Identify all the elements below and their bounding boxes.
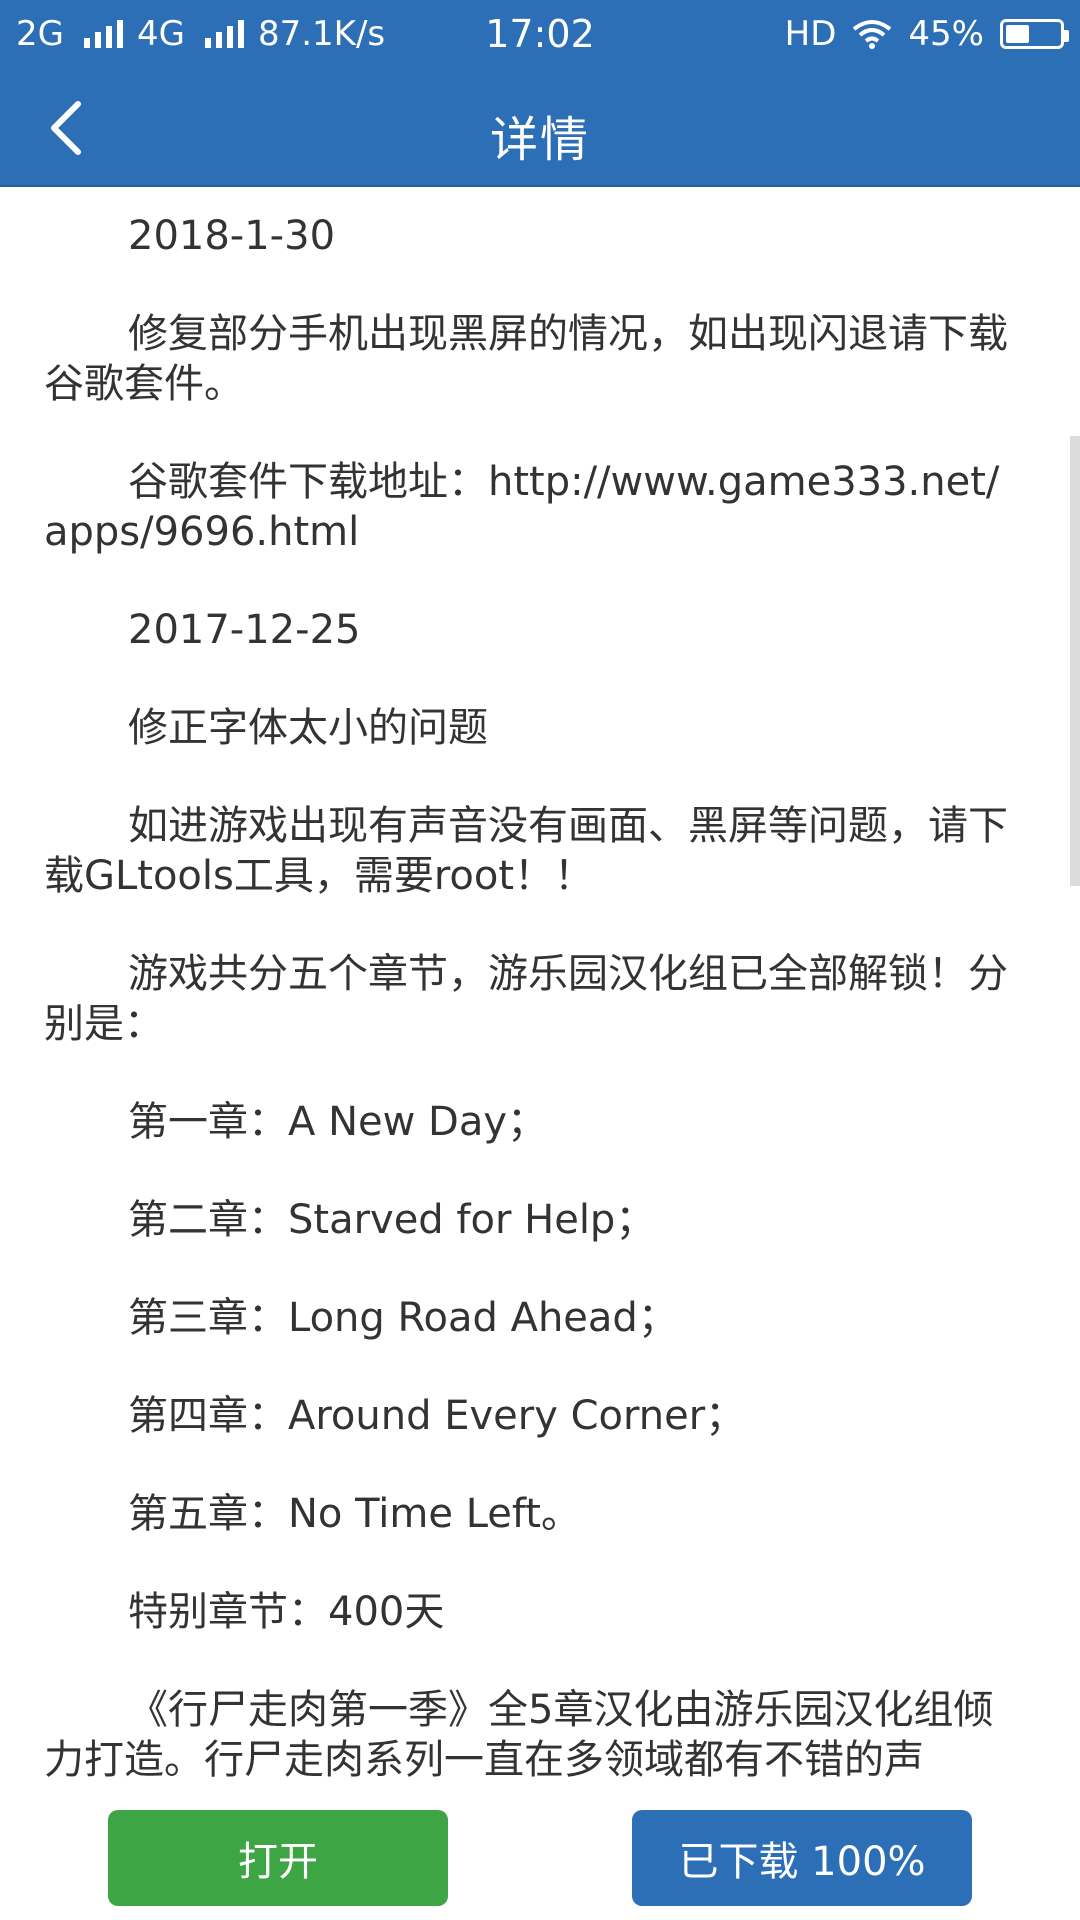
- paragraph: 谷歌套件下载地址：http://www.game333.net/apps/969…: [44, 459, 1000, 555]
- wifi-icon: [853, 20, 892, 49]
- downloaded-button[interactable]: 已下载 100%: [632, 1810, 972, 1906]
- paragraph: 如进游戏出现有声音没有画面、黑屏等问题，请下载GLtools工具，需要root！…: [44, 803, 1008, 899]
- paragraph: 第一章：A New Day；: [128, 1099, 548, 1145]
- bottom-actions: 打开 已下载 100%: [0, 1792, 1080, 1920]
- paragraph: 特别章节：400天: [128, 1589, 445, 1635]
- paragraph: 游戏共分五个章节，游乐园汉化组已全部解锁！分别是：: [44, 951, 1008, 1047]
- status-right: HD 45%: [784, 14, 1069, 54]
- battery-icon: [1000, 19, 1069, 49]
- status-bar: 2G 4G 87.1K/s 17:02 HD 45%: [0, 0, 1080, 70]
- paragraph: 2018-1-30: [128, 213, 336, 259]
- scrollbar[interactable]: [1070, 436, 1080, 886]
- app-bar: 详情: [0, 70, 1080, 185]
- battery-percent: 45%: [908, 14, 984, 54]
- paragraph: 《行尸走肉第一季》全5章汉化由游乐园汉化组倾力打造。行尸走肉系列一直在多领域都有…: [44, 1687, 994, 1783]
- hd-label: HD: [784, 14, 837, 54]
- paragraph: 第四章：Around Every Corner；: [128, 1393, 746, 1439]
- header: 2G 4G 87.1K/s 17:02 HD 45% 详情: [0, 0, 1080, 187]
- paragraph: 第五章：No Time Left。: [128, 1491, 581, 1537]
- open-button[interactable]: 打开: [108, 1810, 448, 1906]
- paragraph: 修正字体太小的问题: [128, 705, 488, 751]
- paragraph: 2017-12-25: [128, 607, 361, 653]
- paragraph: 第二章：Starved for Help；: [128, 1197, 656, 1243]
- detail-content[interactable]: 2018-1-30 修复部分手机出现黑屏的情况，如出现闪退请下载谷歌套件。 谷歌…: [0, 187, 1080, 1792]
- page-title: 详情: [489, 112, 590, 168]
- paragraph: 修复部分手机出现黑屏的情况，如出现闪退请下载谷歌套件。: [44, 311, 1008, 407]
- paragraph: 第三章：Long Road Ahead；: [128, 1295, 678, 1341]
